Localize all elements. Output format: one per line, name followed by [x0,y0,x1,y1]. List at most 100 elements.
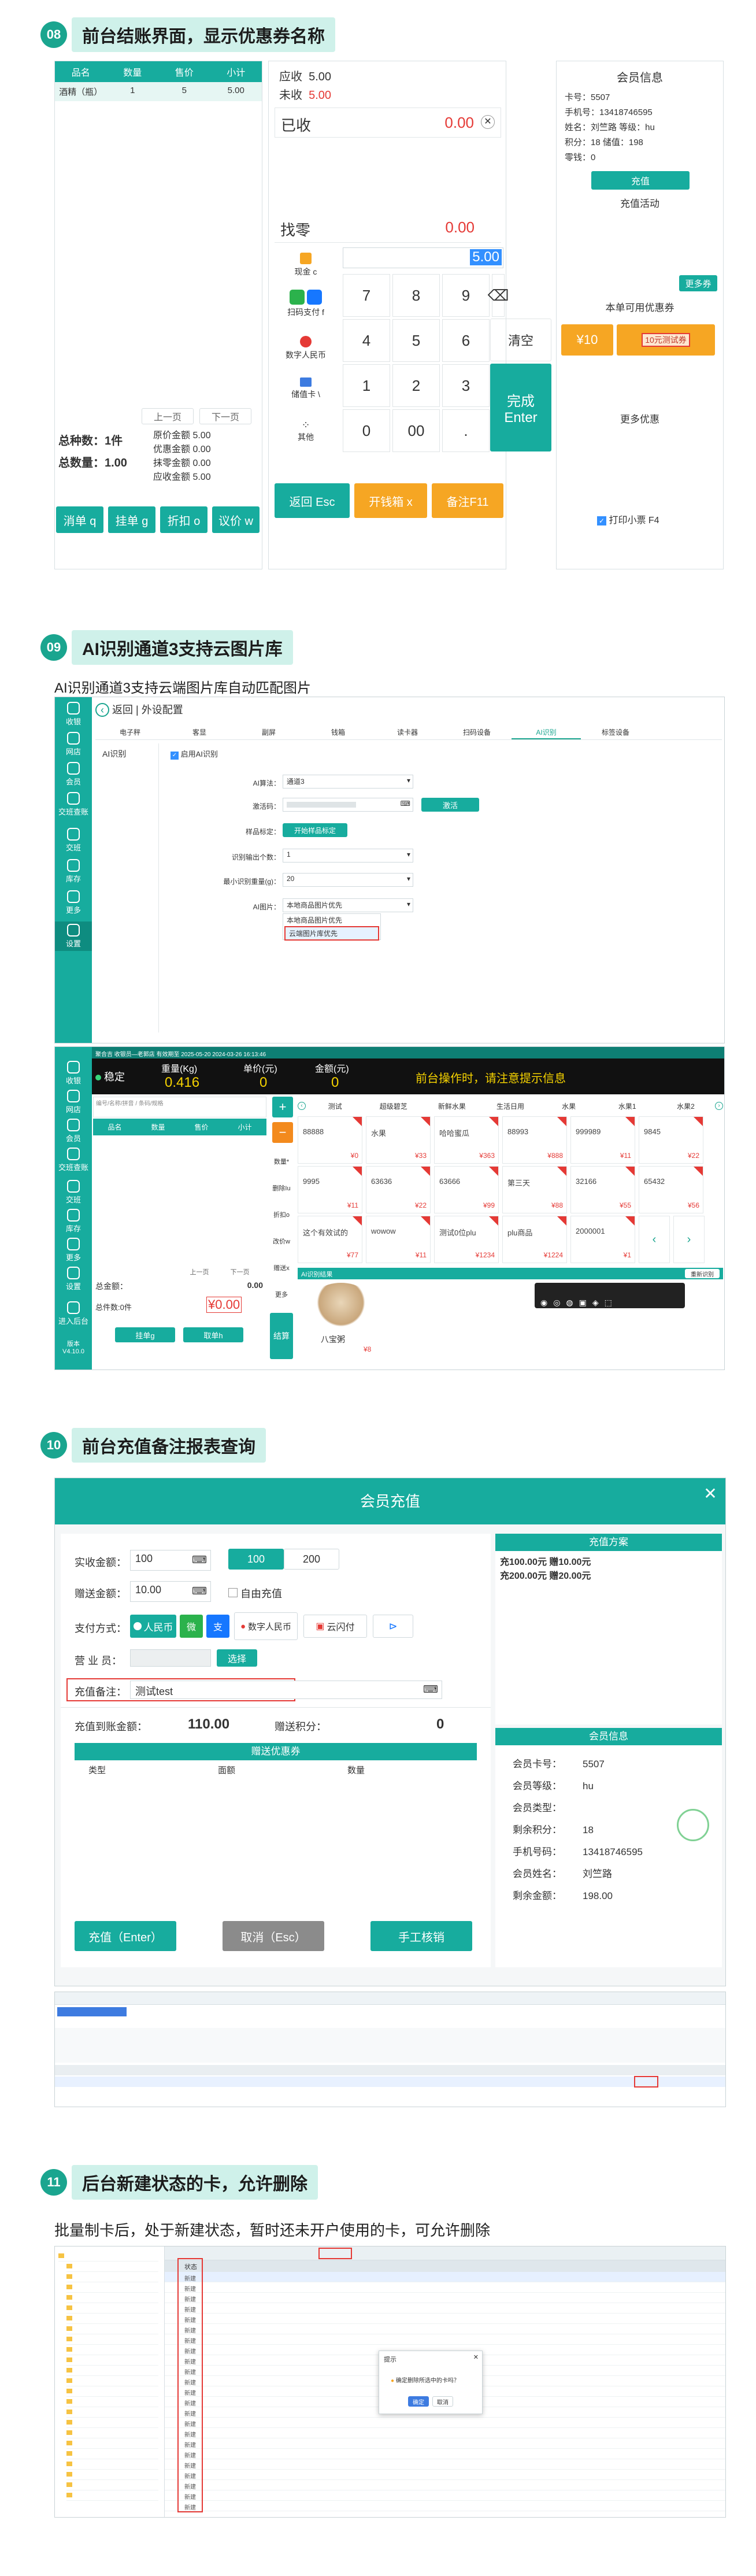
report-table-row[interactable] [55,2077,725,2087]
report-tab-active[interactable] [57,2007,127,2016]
tree-node[interactable] [66,2314,158,2324]
checkout-button[interactable]: 结算 [270,1313,293,1359]
tree-node[interactable] [66,2272,158,2282]
open-drawer-button[interactable]: 开钱箱 x [354,483,427,518]
algo-select[interactable]: 通道3 ▾ [283,775,413,789]
real-amount-input[interactable]: 100 ⌨ [130,1550,211,1571]
cat-tab[interactable]: 超级碧芝 [364,1101,423,1111]
remark-input[interactable]: 测试test ⌨ [130,1681,442,1699]
tile-prev-button[interactable]: ‹ [639,1216,670,1263]
sidebar-item-more[interactable]: 更多 [55,890,92,915]
key-00[interactable]: 00 [392,409,440,452]
tree-node[interactable] [66,2490,158,2501]
product-tile[interactable]: 999989 ¥11 [570,1116,635,1164]
card-row[interactable]: 新建 [165,2501,725,2511]
pay-scan[interactable]: 扫码支付 f [271,290,340,331]
tree-node[interactable] [66,2407,158,2418]
output-count-select[interactable]: 1 ▾ [283,849,413,863]
plan-item[interactable]: 充100.00元 赠10.00元 [500,1556,717,1570]
note-button[interactable]: 备注F11 [432,483,503,518]
tree-node[interactable] [66,2366,158,2376]
card-row[interactable]: 新建 [165,2428,725,2438]
manual-verify-button[interactable]: 手工核销 [370,1921,472,1951]
next-page-button[interactable]: 下一页 [223,1267,257,1277]
sidebar-item-cashier[interactable]: 收银 [55,702,92,727]
minus-button[interactable]: − [272,1122,293,1143]
delete-action[interactable]: 删除Iu [270,1175,293,1202]
more-coupons-button[interactable]: 更多券 [679,275,717,291]
coupon-card[interactable]: 10元测试券 [617,324,715,356]
card-row[interactable]: 新建 [165,2314,725,2324]
sidebar-item-cashier[interactable]: 收银 [55,1061,92,1086]
hang-button[interactable]: 挂单g [115,1327,175,1342]
chevron-right-icon[interactable]: › [714,1102,723,1110]
back-button[interactable]: ‹ 返回 | 外设配置 [95,702,183,717]
card-row[interactable]: 新建 [165,2449,725,2459]
tree-node[interactable] [66,2334,158,2345]
tree-node[interactable] [66,2303,158,2314]
search-box[interactable]: 编号/名称/拼音 / 条码/规格 [93,1097,266,1117]
tab-label[interactable]: 标签设备 [581,724,650,739]
pay-rmb-button[interactable]: 人民币 [130,1615,176,1638]
sidebar-item-member[interactable]: 会员 [55,1119,92,1143]
tree-node[interactable] [66,2418,158,2428]
card-row[interactable]: 新建 [165,2459,725,2470]
tree-node[interactable] [66,2397,158,2407]
key-9[interactable]: 9 [442,274,490,317]
plan-item[interactable]: 充200.00元 赠20.00元 [500,1570,717,1583]
more-action[interactable]: 更多 [270,1282,293,1308]
next-page-button[interactable]: 下一页 [199,408,251,424]
finish-enter-button[interactable]: 完成 Enter [490,364,551,451]
close-icon[interactable]: ✕ [481,115,495,129]
tree-node[interactable] [66,2449,158,2459]
cancel-order-button[interactable]: 消单 q [56,506,103,533]
product-tile[interactable]: 哈哈蜜瓜 ¥363 [434,1116,499,1164]
product-tile[interactable]: 88993 ¥888 [502,1116,567,1164]
discount-button[interactable]: 折扣 o [160,506,207,533]
refresh-button[interactable]: 重新识别 [685,1269,720,1278]
card-row[interactable]: 新建 [165,2480,725,2490]
key-0[interactable]: 0 [343,409,390,452]
tree-node[interactable] [66,2459,158,2470]
cat-tab[interactable]: 水果1 [598,1101,657,1111]
more-pay-button[interactable]: ⊳ [373,1615,413,1638]
key-2[interactable]: 2 [392,364,440,407]
tree-node[interactable] [66,2376,158,2386]
option-200-button[interactable]: 200 [284,1549,339,1570]
card-row[interactable]: 新建 [165,2293,725,2303]
prev-page-button[interactable]: 上一页 [142,408,194,424]
discount-action[interactable]: 折扣o [270,1202,293,1228]
sidebar-item-stock[interactable]: 库存 [55,1209,92,1234]
product-tile[interactable]: 测试0位plu ¥1234 [434,1216,499,1263]
activation-input[interactable]: ⌨ [283,798,413,812]
product-tile[interactable]: 9845 ¥22 [639,1116,703,1164]
tree-node[interactable] [66,2480,158,2490]
key-1[interactable]: 1 [343,364,390,407]
sidebar-item-member[interactable]: 会员 [55,762,92,787]
menu-ai[interactable]: AI识别 [102,749,126,758]
alipay-button[interactable]: 支 [206,1615,229,1638]
pay-cash[interactable]: 现金 c [271,249,340,285]
tab-display[interactable]: 客显 [165,724,234,739]
tree-node[interactable] [66,2262,158,2272]
cat-tab[interactable]: 生活日用 [481,1101,539,1111]
tree-node[interactable] [66,2470,158,2480]
card-row[interactable]: 新建 [165,2282,725,2293]
tree-node[interactable] [66,2282,158,2293]
card-row[interactable]: 新建 [165,2324,725,2334]
close-icon[interactable]: ✕ [473,2353,479,2361]
product-tile[interactable]: 9995 ¥11 [298,1166,362,1213]
card-row[interactable]: 新建 [165,2272,725,2282]
ecny-button[interactable]: ● 数字人民币 [234,1612,298,1640]
key-5[interactable]: 5 [392,319,440,362]
price-action[interactable]: 改价w [270,1228,293,1255]
product-tile[interactable]: 65432 ¥56 [639,1166,703,1213]
card-row[interactable]: 新建 [165,2418,725,2428]
cat-tab[interactable]: 水果 [540,1101,598,1111]
pay-card[interactable]: 储值卡 \ [271,377,340,413]
amount-input[interactable]: 5.00 [343,247,503,268]
backspace-key[interactable]: ⌫ [488,274,509,317]
sidebar-item-shift-check[interactable]: 交班查账 [55,1148,92,1172]
enable-ai-checkbox[interactable]: ✓ 启用AI识别 [171,748,218,760]
hang-order-button[interactable]: 挂单 g [108,506,155,533]
